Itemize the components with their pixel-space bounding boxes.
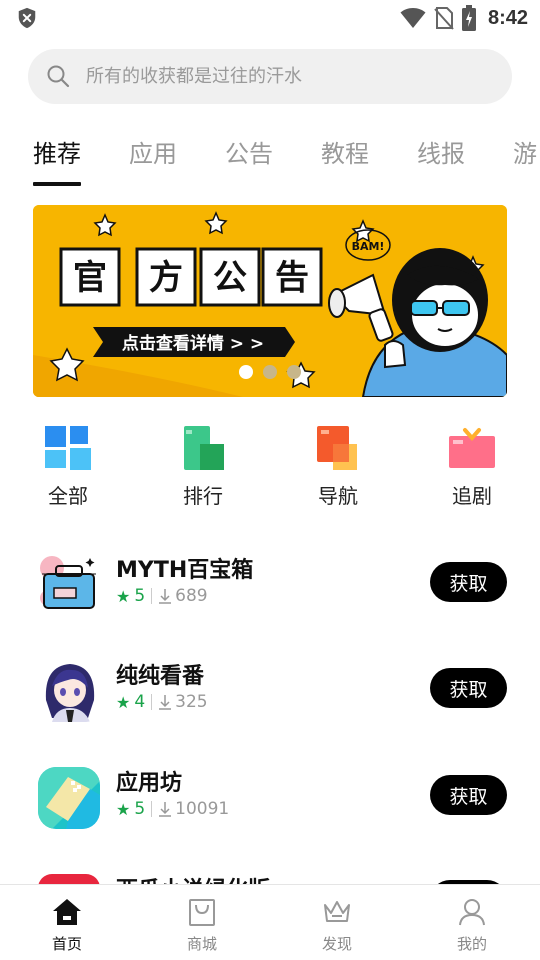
banner-title-char: 公	[213, 258, 247, 298]
divider	[151, 588, 153, 604]
app-rating: 5	[134, 799, 146, 819]
app-downloads: 10091	[175, 799, 230, 819]
tab-tutorials[interactable]: 教程	[321, 134, 369, 169]
promo-banner[interactable]: 官 方 公 告 点击查看详情 > > BAM!	[33, 205, 507, 397]
nav-shop-label: 商城	[186, 935, 217, 953]
carousel-dot[interactable]	[263, 365, 277, 379]
get-button[interactable]: 获取	[430, 775, 507, 815]
app-name: 纯纯看番	[116, 664, 205, 689]
carousel-dot[interactable]	[239, 365, 253, 379]
quick-navigation[interactable]: 导航	[288, 424, 388, 509]
bottom-navigation: 首页 商城 发现 我的	[0, 884, 540, 960]
list-item[interactable]: 纯纯看番 ★ 4 325 获取	[0, 658, 540, 758]
nav-profile-label: 我的	[456, 935, 487, 953]
app-meta: ★ 5 10091	[116, 799, 229, 819]
nav-discover-label: 发现	[321, 935, 352, 953]
download-icon	[159, 589, 172, 604]
quick-ranking-label: 排行	[183, 484, 223, 508]
quick-ranking[interactable]: 排行	[153, 424, 253, 509]
search-bar[interactable]	[28, 49, 512, 104]
grid-icon	[45, 426, 91, 470]
ranking-icon	[184, 426, 224, 470]
app-downloads: 689	[175, 586, 208, 606]
wifi-icon	[400, 8, 426, 28]
banner-title: 官 方 公 告	[59, 247, 323, 307]
app-store-icon	[38, 767, 100, 829]
anime-app-icon	[38, 660, 100, 722]
app-downloads: 325	[175, 692, 208, 712]
banner-bubble-text: BAM!	[352, 240, 385, 253]
banner-button-label: 点击查看详情 > >	[122, 333, 264, 354]
quick-all[interactable]: 全部	[18, 424, 118, 509]
quick-tv-label: 追剧	[452, 484, 492, 508]
download-icon	[159, 695, 172, 710]
quick-all-label: 全部	[48, 484, 88, 508]
banner-title-char: 告	[275, 258, 309, 298]
get-button[interactable]: 获取	[430, 562, 507, 602]
app-name: 应用坊	[116, 771, 183, 796]
quick-navigation-label: 导航	[318, 484, 358, 508]
app-name: MYTH百宝箱	[116, 558, 254, 583]
user-icon	[459, 899, 485, 926]
app-rating: 5	[134, 586, 146, 606]
download-icon	[159, 802, 172, 817]
category-tabs: 推荐 应用 公告 教程 线报 游	[0, 128, 540, 192]
nav-home[interactable]: 首页	[27, 897, 107, 954]
app-rating: 4	[134, 692, 146, 712]
search-input[interactable]	[86, 49, 486, 104]
app-meta: ★ 5 689	[116, 586, 208, 606]
active-tab-indicator	[33, 182, 81, 186]
quick-tv[interactable]: 追剧	[422, 424, 522, 509]
status-bar: 8:42	[0, 0, 540, 36]
nav-home-label: 首页	[51, 935, 82, 953]
star-icon: ★	[116, 799, 131, 819]
tab-games[interactable]: 游	[513, 134, 537, 169]
toolbox-app-icon	[40, 556, 96, 609]
shopping-bag-icon	[189, 899, 215, 926]
tab-recommend[interactable]: 推荐	[33, 134, 81, 169]
carousel-indicator	[33, 365, 507, 379]
home-icon	[53, 899, 81, 925]
tab-deals[interactable]: 线报	[417, 134, 465, 169]
get-button[interactable]: 获取	[430, 668, 507, 708]
app-meta: ★ 4 325	[116, 692, 208, 712]
list-item[interactable]: MYTH百宝箱 ★ 5 689 获取	[0, 552, 540, 652]
tab-announcements[interactable]: 公告	[225, 134, 273, 169]
no-sim-icon	[434, 7, 454, 30]
star-icon: ★	[116, 586, 131, 606]
divider	[151, 694, 153, 710]
nav-shop[interactable]: 商城	[162, 897, 242, 954]
star-icon: ★	[116, 692, 131, 712]
crown-icon	[324, 901, 350, 922]
shield-icon	[18, 7, 36, 29]
carousel-dot[interactable]	[287, 365, 301, 379]
quick-nav: 全部 排行 导航 追剧	[0, 424, 540, 514]
battery-charging-icon	[461, 5, 476, 31]
nav-profile[interactable]: 我的	[432, 897, 512, 954]
tab-apps[interactable]: 应用	[129, 134, 177, 169]
nav-discover[interactable]: 发现	[297, 897, 377, 954]
navigation-icon	[317, 426, 357, 470]
tv-icon	[449, 428, 495, 468]
divider	[151, 801, 153, 817]
clock: 8:42	[487, 6, 528, 29]
banner-title-char: 官	[73, 258, 107, 298]
search-icon	[47, 65, 70, 88]
banner-title-char: 方	[149, 258, 183, 298]
list-item[interactable]: 应用坊 ★ 5 10091 获取	[0, 765, 540, 865]
